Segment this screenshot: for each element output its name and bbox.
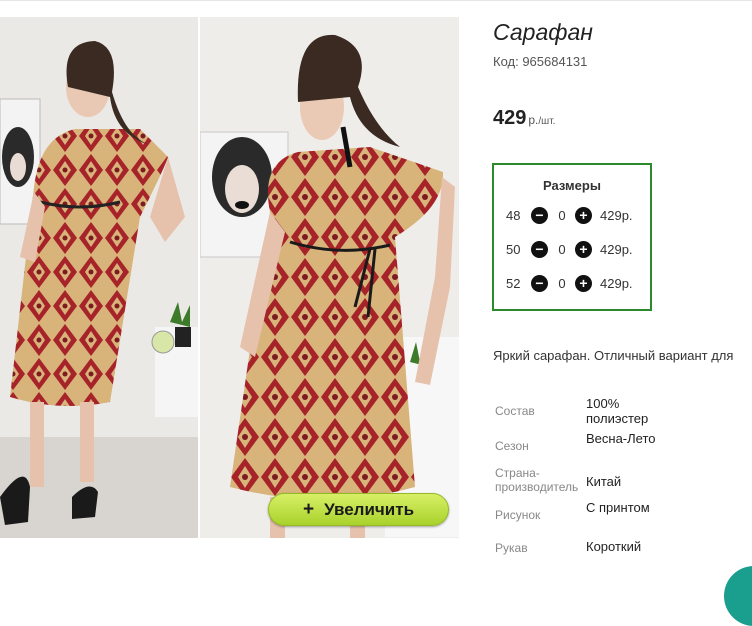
minus-icon[interactable]: − bbox=[531, 275, 548, 292]
property-key: Страна-производитель bbox=[495, 466, 579, 494]
size-label: 48 bbox=[506, 208, 521, 223]
property-value: С принтом bbox=[586, 500, 650, 515]
property-value: Короткий bbox=[586, 539, 642, 554]
property-key: Состав bbox=[495, 404, 535, 418]
property-key: Рисунок bbox=[495, 508, 541, 522]
zoom-button-label: Увеличить bbox=[324, 499, 415, 519]
size-label: 50 bbox=[506, 242, 521, 257]
price-value: 429 bbox=[493, 107, 527, 129]
chat-widget-button[interactable] bbox=[724, 566, 752, 626]
quantity-value: 0 bbox=[558, 208, 566, 223]
size-price: 429р. bbox=[600, 276, 633, 291]
photo-left-illustration bbox=[0, 17, 198, 538]
product-description: Яркий сарафан. Отличный вариант для bbox=[493, 348, 734, 363]
plus-icon[interactable]: + bbox=[575, 207, 592, 224]
size-price: 429р. bbox=[600, 242, 633, 257]
minus-icon[interactable]: − bbox=[531, 207, 548, 224]
plus-icon[interactable]: + bbox=[575, 275, 592, 292]
size-row: 52 − 0 + 429р. bbox=[494, 273, 650, 295]
product-photo-main[interactable] bbox=[200, 17, 459, 538]
size-price: 429р. bbox=[600, 208, 633, 223]
sizes-title: Размеры bbox=[543, 178, 601, 193]
quantity-value: 0 bbox=[558, 276, 566, 291]
property-value: 100% полиэстер bbox=[586, 396, 649, 426]
top-divider bbox=[0, 0, 752, 1]
size-row: 50 − 0 + 429р. bbox=[494, 239, 650, 261]
product-title: Сарафан bbox=[493, 19, 593, 45]
property-key: Сезон bbox=[495, 439, 529, 453]
price-per: /шт. bbox=[538, 116, 556, 127]
product-photo-left[interactable] bbox=[0, 17, 198, 538]
property-key: Рукав bbox=[495, 541, 528, 555]
photo-main-illustration bbox=[200, 17, 459, 538]
plus-icon: + bbox=[302, 498, 315, 520]
size-row: 48 − 0 + 429р. bbox=[494, 205, 650, 227]
property-value: Весна-Лето bbox=[586, 431, 656, 446]
product-price: 429 р./шт. bbox=[493, 107, 555, 130]
zoom-button[interactable]: + Увеличить bbox=[268, 493, 449, 526]
price-unit: р./шт. bbox=[528, 113, 556, 127]
sizes-panel: Размеры 48 − 0 + 429р. 50 − 0 + 429р. 52… bbox=[492, 163, 652, 311]
quantity-value: 0 bbox=[558, 242, 566, 257]
plus-icon[interactable]: + bbox=[575, 241, 592, 258]
product-code: Код: 965684131 bbox=[493, 54, 588, 69]
size-label: 52 bbox=[506, 276, 521, 291]
property-value: Китай bbox=[586, 474, 622, 489]
minus-icon[interactable]: − bbox=[531, 241, 548, 258]
